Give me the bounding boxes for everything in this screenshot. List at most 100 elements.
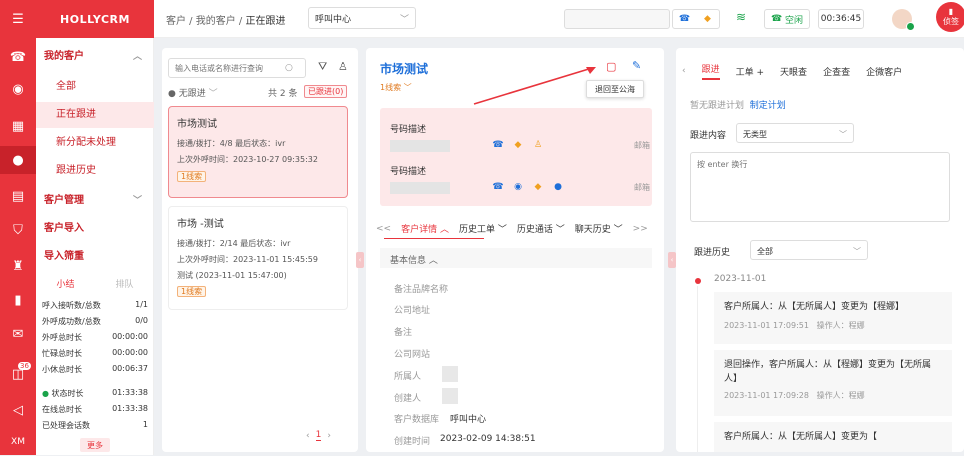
rail-badge: 36 [18, 362, 31, 370]
search-input[interactable] [175, 63, 285, 73]
channel-select[interactable]: 呼叫中心 ﹀ [308, 7, 416, 29]
masked-value [442, 366, 458, 382]
customer-title: 市场测试 [380, 62, 429, 76]
sms-icon[interactable]: ◆ [530, 180, 546, 194]
masked-number [390, 182, 450, 194]
tab-chat-history[interactable]: 聊天历史 ﹀ [575, 222, 623, 235]
nav-item-following[interactable]: 正在跟进 [36, 102, 154, 128]
stat-row: 外呼成功数/总数 0/0 [42, 316, 148, 326]
menu-icon[interactable]: ☰ [0, 5, 36, 33]
stat-row: 呼入接听数/总数 1/1 [42, 300, 148, 310]
detail-tabs: << 客户详情 ︿ 历史工单 ﹀ 历史通话 ﹀ 聊天历史 ﹀ >> [376, 222, 660, 236]
sign-button[interactable]: ▮ 侦签 [936, 2, 964, 32]
tab-tianyancha[interactable]: 天眼查 [780, 65, 807, 78]
tab-follow[interactable]: 跟进 [701, 62, 720, 80]
call-controls: ☎ ◆ [672, 9, 720, 29]
list-count: 共 2 条 [268, 89, 298, 99]
collapse-handle[interactable]: ‹ [356, 252, 364, 268]
chat-icon[interactable]: ◉ [0, 75, 36, 103]
content-type-select[interactable]: 无类型 ﹀ [736, 123, 854, 143]
wechat-icon[interactable]: ● [550, 180, 566, 194]
tab-qichacha[interactable]: 企查查 [823, 65, 850, 78]
collapse-handle[interactable]: ‹ [668, 252, 676, 268]
more-button[interactable]: 更多 [80, 438, 110, 452]
next-page-icon[interactable]: › [327, 431, 331, 441]
lead-count: 1线索 ﹀ [380, 83, 412, 92]
chart-icon[interactable]: ▮ [0, 286, 36, 314]
breadcrumb: 客户 / 我的客户 / 正在跟进 [166, 16, 286, 27]
prev-page-icon[interactable]: ‹ [306, 431, 310, 441]
bell-icon[interactable]: ◫ 36 [0, 360, 36, 388]
message-icon[interactable]: ✉ [0, 320, 36, 348]
customer-card[interactable]: 市场 -测试 接通/拨打：2/14 最后状态：ivr 上次外呼时间：2023-1… [168, 206, 348, 310]
field-label: 所属人 [394, 372, 422, 382]
nav-import-filter[interactable]: 导入筛重 [36, 244, 154, 270]
chat-bubble-icon[interactable]: ◆ [700, 12, 716, 26]
tab-wecom-customer[interactable]: 企微客户 [866, 65, 902, 78]
entry-text: 退回操作，客户所属人：从【程娜】变更为【无所属人】 [724, 360, 932, 384]
lead-tag: 1线索 [177, 171, 207, 182]
make-plan-link[interactable]: 制定计划 [750, 101, 786, 111]
follow-panel: ‹ 跟进 工单 + 天眼查 企查查 企微客户 暂无跟进计划 制定计划 跟进内容 … [676, 48, 964, 452]
search-icon[interactable]: ○ [285, 63, 293, 73]
tab-history-ticket[interactable]: 历史工单 ﹀ [459, 222, 507, 235]
pagination: ‹ 1 › [306, 430, 331, 441]
add-user-icon[interactable]: ♙ [338, 60, 348, 73]
phone-icon[interactable]: ☎ [0, 43, 36, 71]
queue-tab[interactable]: 排队 [95, 277, 154, 290]
customer-card[interactable]: 市场测试 接通/拨打：4/8 最后状态：ivr 上次外呼时间：2023-10-2… [168, 106, 348, 198]
tab-history-call[interactable]: 历史通话 ﹀ [517, 222, 565, 235]
basic-info-header[interactable]: 基本信息 ︿ [380, 248, 652, 268]
tabs-prev-icon[interactable]: ‹ [682, 66, 686, 76]
chat-icon[interactable]: ◉ [510, 180, 526, 194]
avatar[interactable] [892, 9, 915, 31]
card-line: 接通/拨打：2/14 最后状态：ivr [177, 239, 291, 248]
customer-list-panel: ○ ⛛ ♙ ● 无跟进 ﹀ 共 2 条 已跟进(0) 市场测试 接通/拨打：4/… [162, 48, 358, 452]
sms-icon[interactable]: ◆ [510, 138, 526, 152]
clipboard-icon[interactable]: ▤ [0, 182, 36, 210]
phone-actions: ☎ ◉ ◆ ● [490, 180, 566, 194]
filter-icon[interactable]: ⛛ [318, 60, 327, 74]
nav-group-customer-mgmt[interactable]: 客户管理 ﹀ [36, 188, 154, 214]
customer-icon[interactable]: ● [0, 146, 36, 174]
phone-call-icon[interactable]: ☎ [677, 12, 693, 26]
field-label: 公司网站 [394, 350, 431, 360]
shield-icon[interactable]: ⛉ [0, 216, 36, 244]
lead-tag: 1线索 [177, 286, 207, 297]
tab-ticket[interactable]: 工单 + [736, 65, 764, 78]
active-tab-underline [384, 238, 484, 239]
tabs-prev-icon[interactable]: << [376, 224, 391, 234]
contact-icon[interactable]: ♙ [530, 138, 546, 152]
page-number[interactable]: 1 [315, 430, 322, 441]
customer-detail-panel: 市场测试 1线索 ﹀ ▢ ✎ 退回至公海 号码描述 ☎ ◆ ♙ 邮箱 号码描述 … [366, 48, 664, 452]
history-entry: 客户所属人：从【无所属人】变更为【程娜】 2023-11-01 17:09:51… [714, 292, 952, 344]
collapse-icon[interactable]: ◁ [0, 396, 36, 424]
status-phone-icon: ☎ [770, 14, 783, 24]
history-filter-select[interactable]: 全部 ﹀ [750, 240, 868, 260]
dial-input[interactable] [564, 9, 670, 29]
nav-item-new-assigned[interactable]: 新分配未处理 [36, 130, 154, 156]
nav-item-all[interactable]: 全部 [36, 74, 154, 100]
summary-tab[interactable]: 小结 [36, 277, 95, 290]
follow-filter[interactable]: ● 无跟进 ﹀ [168, 86, 218, 99]
nav-item-history[interactable]: 跟进历史 [36, 158, 154, 184]
nav-group-my-customers[interactable]: 我的客户 ︿ [36, 44, 154, 70]
phone-desc: 号码描述 [390, 125, 427, 135]
history-entry: 退回操作，客户所属人：从【程娜】变更为【无所属人】 2023-11-01 17:… [714, 350, 952, 416]
breadcrumb-item[interactable]: 客户 [166, 16, 186, 27]
agent-status[interactable]: ☎ 空闲 [764, 9, 810, 29]
call-icon[interactable]: ☎ [490, 180, 506, 194]
tab-customer-detail[interactable]: 客户详情 ︿ [401, 222, 449, 235]
call-icon[interactable]: ☎ [490, 138, 506, 152]
robot-icon[interactable]: ♜ [0, 252, 36, 280]
tabs-next-icon[interactable]: >> [633, 224, 648, 234]
follow-textarea[interactable] [690, 152, 950, 222]
followed-tag[interactable]: 已跟进(0) [304, 85, 348, 98]
return-pool-icon[interactable]: ▢ [606, 60, 616, 73]
edit-icon[interactable]: ✎ [632, 59, 641, 72]
timeline-line [697, 286, 698, 452]
history-label: 跟进历史 [694, 248, 731, 258]
breadcrumb-item[interactable]: 我的客户 [196, 16, 236, 27]
nav-customer-import[interactable]: 客户导入 [36, 216, 154, 242]
grid-icon[interactable]: ▦ [0, 112, 36, 140]
